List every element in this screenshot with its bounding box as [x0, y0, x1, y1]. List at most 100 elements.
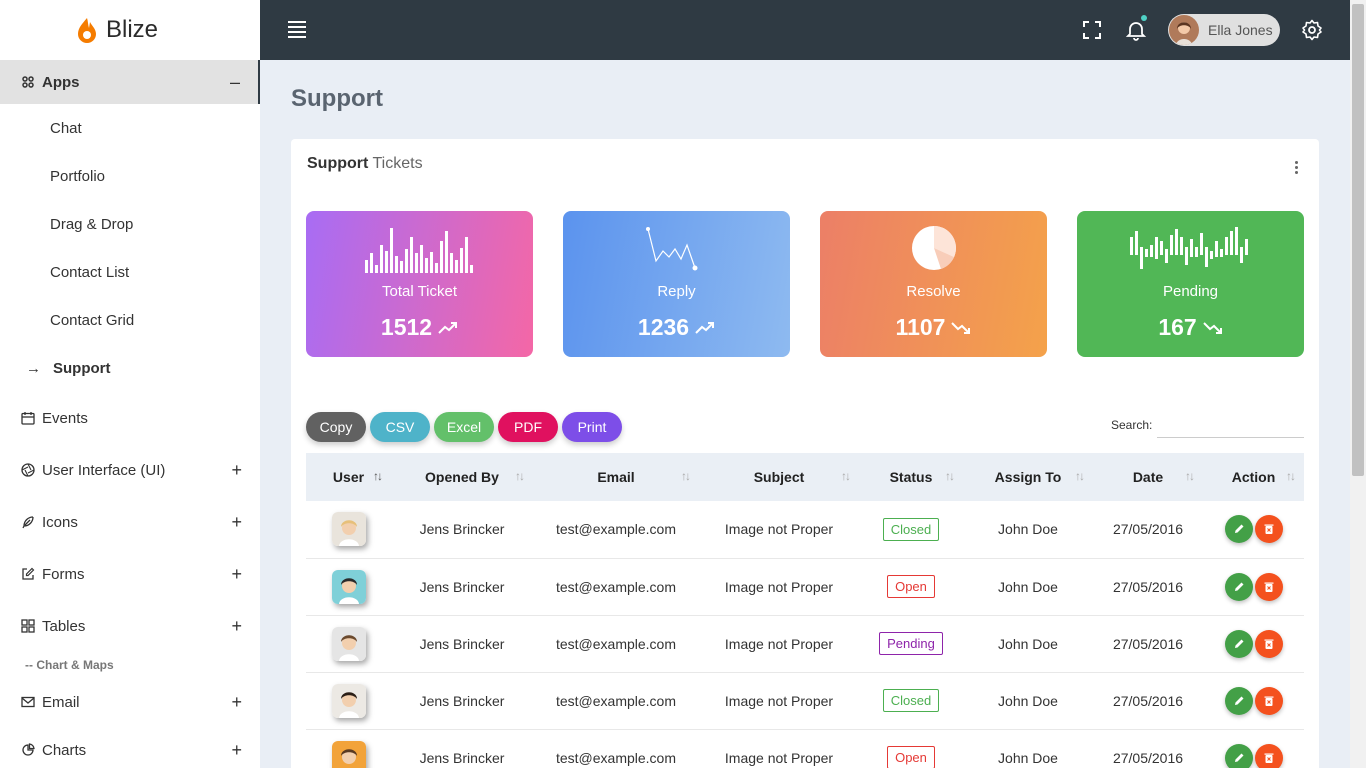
- search-label: Search:: [1111, 418, 1153, 432]
- sidebar-item-support[interactable]: → Support: [0, 344, 260, 392]
- brand-logo-icon: [78, 18, 96, 43]
- sort-icon[interactable]: ↑↓: [1185, 469, 1195, 483]
- column-header-subject[interactable]: Subject ↑↓: [699, 453, 859, 501]
- assign-to-cell: John Doe: [998, 521, 1058, 538]
- edit-button[interactable]: [1224, 629, 1253, 658]
- column-header-opened-by[interactable]: Opened By ↑↓: [391, 453, 533, 501]
- delete-button[interactable]: [1254, 629, 1283, 658]
- trash-icon: [1264, 639, 1273, 649]
- edit-button[interactable]: [1224, 572, 1253, 601]
- expand-toggle[interactable]: +: [231, 460, 242, 481]
- expand-toggle[interactable]: +: [231, 692, 242, 713]
- table-header-row: User ↑↓ Opened By ↑↓ Email ↑↓ Subject ↑↓ Sta…: [306, 453, 1304, 501]
- menu-icon[interactable]: [288, 21, 306, 38]
- sidebar-item-tables[interactable]: Tables +: [0, 600, 260, 652]
- column-header-assign-to[interactable]: Assign To ↑↓: [963, 453, 1093, 501]
- column-header-action[interactable]: Action ↑↓: [1203, 453, 1304, 501]
- assign-to-cell: John Doe: [998, 749, 1058, 766]
- delete-button[interactable]: [1254, 515, 1283, 544]
- edit-button[interactable]: [1224, 743, 1253, 768]
- column-header-date[interactable]: Date ↑↓: [1093, 453, 1203, 501]
- sidebar-subitem[interactable]: Contact List: [0, 248, 260, 296]
- expand-toggle[interactable]: +: [231, 512, 242, 533]
- sidebar-item-events[interactable]: Events: [0, 392, 260, 444]
- edit-button[interactable]: [1224, 515, 1253, 544]
- stat-number: 167: [1158, 314, 1197, 340]
- email-cell: test@example.com: [555, 749, 677, 766]
- stat-card-total: Total Ticket 1512: [306, 211, 533, 357]
- avatar: [331, 569, 366, 604]
- avatar: [331, 512, 366, 547]
- copy-button[interactable]: Copy: [306, 412, 366, 442]
- bar-sparkline-icon: [306, 223, 533, 275]
- expand-toggle[interactable]: +: [231, 564, 242, 585]
- pencil-icon: [1234, 582, 1243, 591]
- collapse-toggle[interactable]: –: [230, 72, 240, 93]
- sidebar-item-label: Support: [53, 359, 111, 377]
- sidebar-item-forms[interactable]: Forms +: [0, 548, 260, 600]
- subject-cell: Image not Proper: [724, 578, 834, 595]
- sidebar-subitem[interactable]: Chat: [0, 104, 260, 152]
- scrollbar-thumb[interactable]: [1352, 4, 1364, 476]
- edit-icon: [20, 566, 36, 582]
- sort-icon[interactable]: ↑↓: [515, 469, 525, 483]
- trend-down-icon: [951, 321, 971, 334]
- column-header-user[interactable]: User ↑↓: [306, 453, 391, 501]
- sort-icon[interactable]: ↑↓: [841, 469, 851, 483]
- delete-button[interactable]: [1254, 686, 1283, 715]
- pencil-icon: [1234, 639, 1243, 648]
- stat-number: 1512: [380, 314, 433, 340]
- stat-label: Pending: [1162, 283, 1219, 300]
- avatar: [331, 626, 366, 661]
- sidebar-item-label: Apps: [42, 73, 80, 91]
- expand-toggle[interactable]: +: [231, 740, 242, 761]
- expand-toggle[interactable]: +: [231, 616, 242, 637]
- print-button[interactable]: Print: [562, 412, 622, 442]
- delete-button[interactable]: [1254, 572, 1283, 601]
- sidebar-item-email[interactable]: Email +: [0, 678, 260, 726]
- stat-label: Reply: [657, 283, 696, 300]
- column-header-email[interactable]: Email ↑↓: [533, 453, 699, 501]
- line-sparkline-icon: [563, 223, 790, 275]
- stat-number: 1107: [895, 314, 946, 340]
- csv-button[interactable]: CSV: [370, 412, 430, 442]
- edit-button[interactable]: [1224, 686, 1253, 715]
- more-vertical-icon[interactable]: [1295, 161, 1299, 177]
- brand[interactable]: Blize: [0, 0, 260, 60]
- page-title: Support: [291, 85, 383, 112]
- sort-icon[interactable]: ↑↓: [681, 469, 691, 483]
- subject-cell: Image not Proper: [724, 635, 834, 652]
- arrow-right-icon: →: [26, 359, 41, 377]
- sort-asc-icon[interactable]: ↑↓: [373, 469, 383, 483]
- gear-icon[interactable]: [1300, 18, 1324, 42]
- sidebar-subitem[interactable]: Contact Grid: [0, 296, 260, 344]
- pdf-button[interactable]: PDF: [498, 412, 558, 442]
- fullscreen-icon[interactable]: [1080, 18, 1104, 42]
- sidebar-item-label: Charts: [42, 741, 87, 759]
- sidebar-subitem[interactable]: Portfolio: [0, 152, 260, 200]
- sidebar-item-apps[interactable]: Apps –: [0, 60, 260, 104]
- sidebar-subitem[interactable]: Drag & Drop: [0, 200, 260, 248]
- stat-value: 1236: [563, 314, 790, 341]
- search-input[interactable]: [1157, 412, 1304, 438]
- page-scrollbar[interactable]: [1350, 0, 1366, 768]
- trash-icon: [1264, 753, 1273, 763]
- sidebar-item-icons[interactable]: Icons +: [0, 496, 260, 548]
- sort-icon[interactable]: ↑↓: [1286, 469, 1296, 483]
- tickets-card: Support Tickets Total Ticket 1512 Reply …: [291, 139, 1319, 768]
- column-header-status[interactable]: Status ↑↓: [859, 453, 963, 501]
- action-cell: [1203, 558, 1304, 615]
- delete-button[interactable]: [1254, 743, 1283, 768]
- excel-button[interactable]: Excel: [434, 412, 494, 442]
- sidebar-item-charts[interactable]: Charts +: [0, 726, 260, 768]
- sort-icon[interactable]: ↑↓: [945, 469, 955, 483]
- notification-dot: [1141, 15, 1147, 21]
- sort-icon[interactable]: ↑↓: [1075, 469, 1085, 483]
- user-cell: [306, 729, 391, 768]
- assign-to-cell: John Doe: [998, 578, 1058, 595]
- opened-by-cell: Jens Brincker: [419, 578, 505, 595]
- sidebar-item-ui[interactable]: User Interface (UI) +: [0, 444, 260, 496]
- subject-cell: Image not Proper: [724, 749, 834, 766]
- bell-icon[interactable]: [1124, 15, 1148, 42]
- user-menu[interactable]: Ella Jones: [1168, 14, 1280, 46]
